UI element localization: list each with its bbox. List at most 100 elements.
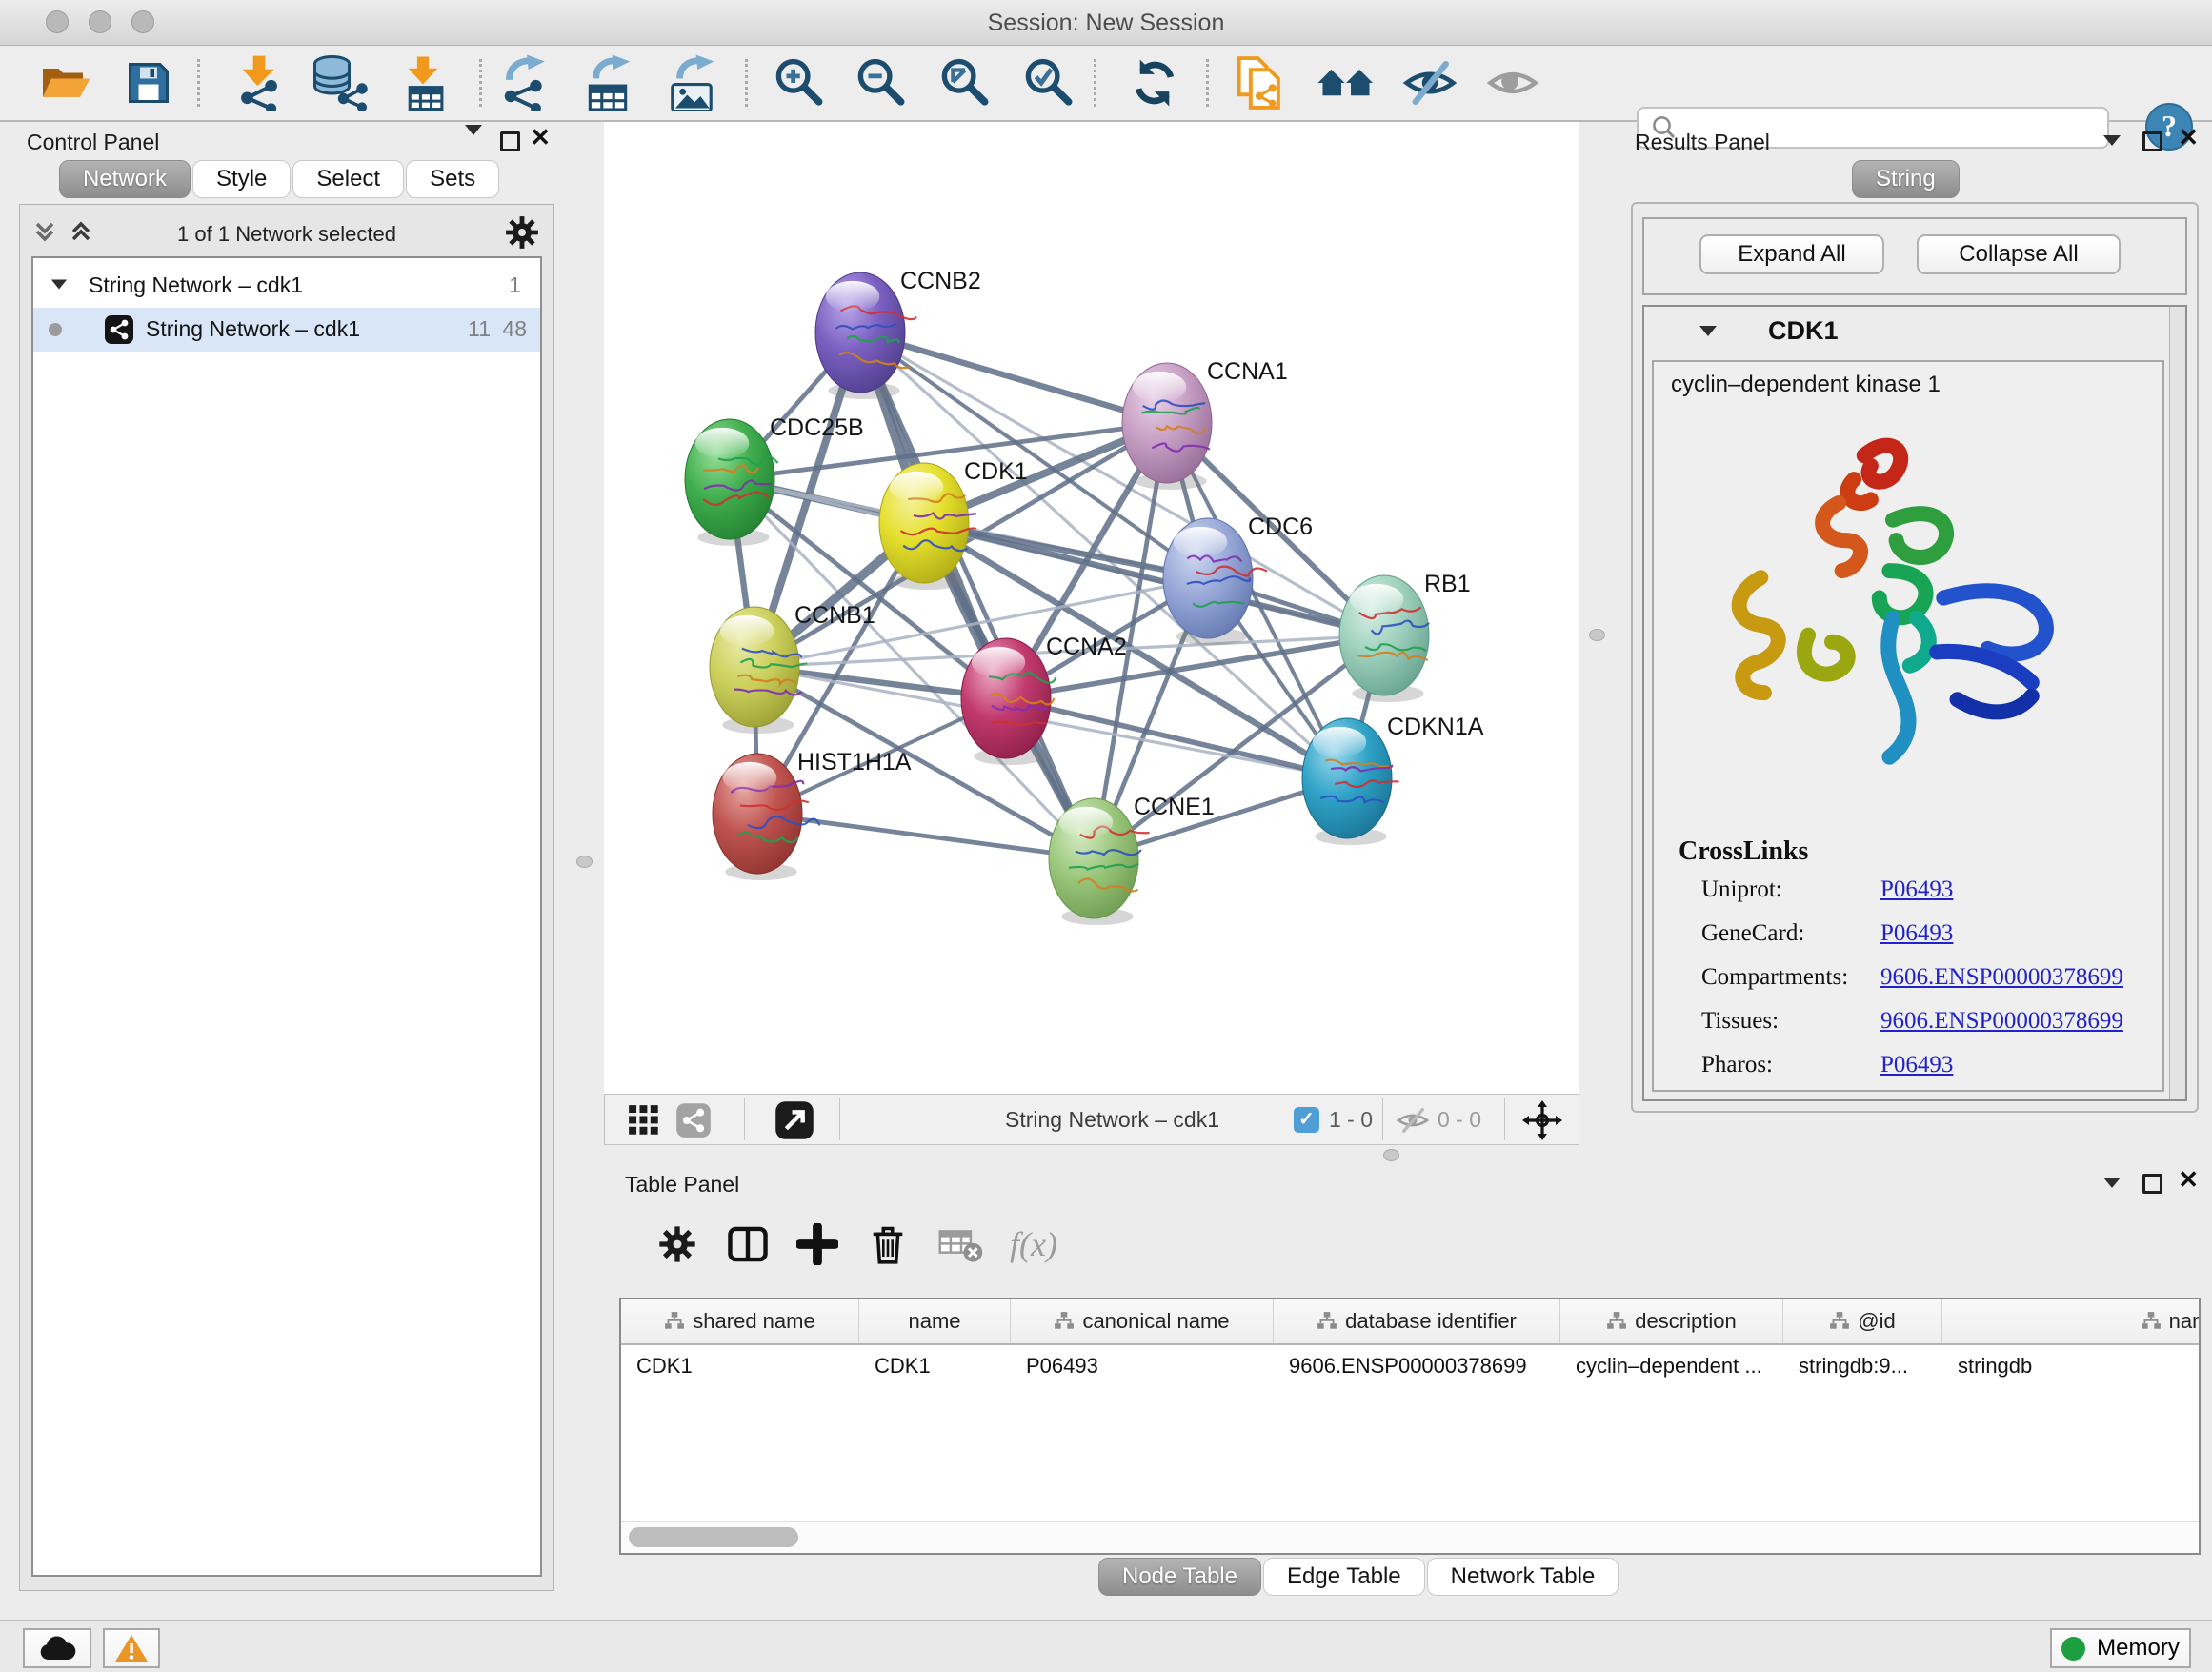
network-edge[interactable] — [1006, 698, 1347, 778]
cloud-button[interactable] — [23, 1628, 91, 1668]
open-session-icon[interactable] — [40, 55, 91, 111]
export-network-icon[interactable] — [497, 55, 551, 111]
tab-string[interactable]: String — [1852, 160, 1960, 198]
table-horizontal-scrollbar[interactable] — [621, 1521, 2199, 1553]
add-column-icon[interactable] — [796, 1219, 838, 1269]
panel-collapse-icon[interactable] — [465, 125, 482, 151]
show-eye-icon[interactable] — [1486, 55, 1539, 111]
function-builder-icon[interactable]: f(x) — [1010, 1219, 1057, 1269]
expand-all-button[interactable]: Expand All — [1699, 234, 1884, 274]
table-cell: P06493 — [1011, 1345, 1274, 1387]
zoom-selected-icon[interactable] — [1023, 55, 1075, 111]
hide-selected-eye-icon[interactable] — [1402, 55, 1458, 111]
bottom-splitter-handle[interactable] — [1383, 1149, 1399, 1161]
network-node[interactable]: CCNA1 — [1122, 358, 1288, 490]
panel-float-icon[interactable] — [2142, 131, 2162, 151]
crosslinks-title: CrossLinks — [1679, 836, 1808, 867]
node-result-expand-icon[interactable] — [1699, 326, 1717, 336]
birds-eye-grid-icon[interactable] — [628, 1104, 660, 1137]
network-node[interactable]: CCNB2 — [815, 268, 981, 399]
network-share-badge-icon[interactable] — [675, 1102, 712, 1138]
table-row[interactable]: CDK1CDK1P064939606.ENSP00000378699cyclin… — [621, 1345, 2199, 1387]
tab-style[interactable]: Style — [192, 160, 291, 198]
network-row-selected[interactable]: String Network – cdk1 11 48 — [33, 308, 540, 352]
tab-network-table[interactable]: Network Table — [1427, 1558, 1619, 1596]
column-header-name[interactable]: name — [859, 1299, 1011, 1343]
column-hierarchy-icon — [1317, 1311, 1337, 1332]
network-tree: String Network – cdk1 1 String Network –… — [31, 256, 542, 1577]
column-header-database-identifier[interactable]: database identifier — [1274, 1299, 1560, 1343]
zoom-out-icon[interactable] — [855, 55, 907, 111]
crosslink-link[interactable]: P06493 — [1880, 920, 1953, 947]
hidden-node-edge-counts: 0 - 0 — [1438, 1107, 1481, 1133]
network-edge[interactable] — [860, 332, 1094, 858]
panel-collapse-icon[interactable] — [2103, 135, 2121, 146]
network-node[interactable]: CDC6 — [1163, 514, 1313, 645]
crosslink-link[interactable]: 9606.ENSP00000378699 — [1880, 964, 2123, 991]
footer-divider — [1382, 1098, 1383, 1140]
tab-node-table[interactable]: Node Table — [1098, 1558, 1261, 1596]
panel-float-icon[interactable] — [2142, 1174, 2162, 1194]
network-node[interactable]: CCNB1 — [710, 602, 875, 734]
network-node[interactable]: HIST1H1A — [713, 749, 912, 880]
column-header-namespace[interactable]: namespace — [1942, 1299, 2201, 1343]
crosslink-link[interactable]: 9606.ENSP00000378699 — [1880, 1008, 2123, 1035]
delete-table-icon[interactable] — [937, 1219, 985, 1269]
panel-close-icon[interactable]: ✕ — [2178, 128, 2199, 147]
results-vertical-scrollbar[interactable] — [2169, 307, 2185, 1099]
network-node[interactable]: CDKN1A — [1302, 714, 1484, 845]
panel-float-icon[interactable] — [500, 131, 520, 151]
pan-crosshair-icon[interactable] — [1521, 1099, 1563, 1141]
left-splitter-handle[interactable] — [576, 856, 593, 868]
network-node[interactable]: RB1 — [1339, 571, 1471, 702]
right-splitter-handle[interactable] — [1589, 629, 1605, 641]
table-settings-gear-icon[interactable] — [657, 1219, 697, 1269]
export-table-icon[interactable] — [581, 55, 634, 111]
network-edge[interactable] — [757, 814, 1094, 858]
network-edge[interactable] — [860, 332, 1167, 423]
memory-button[interactable]: Memory — [2050, 1628, 2191, 1668]
column-header-@id[interactable]: @id — [1783, 1299, 1942, 1343]
warning-button[interactable] — [103, 1628, 160, 1668]
network-options-gear-icon[interactable] — [504, 214, 540, 251]
crosslink-link[interactable]: P06493 — [1880, 876, 1953, 903]
network-canvas[interactable]: CCNB2CCNA1CDC25BCDK1CDC6RB1CCNB1CCNA2CDK… — [604, 122, 1579, 1094]
column-label: namespace — [2169, 1309, 2201, 1334]
hidden-eye-icon[interactable] — [1396, 1106, 1430, 1135]
save-session-icon[interactable] — [126, 55, 171, 111]
open-in-window-icon[interactable] — [774, 1100, 814, 1140]
zoom-fit-icon[interactable] — [939, 55, 991, 111]
column-header-shared-name[interactable]: shared name — [621, 1299, 859, 1343]
tab-network[interactable]: Network — [59, 160, 191, 198]
scrollbar-thumb[interactable] — [629, 1527, 798, 1547]
duplicate-network-icon[interactable] — [1235, 55, 1284, 111]
zoom-in-icon[interactable] — [774, 55, 825, 111]
column-header-canonical-name[interactable]: canonical name — [1011, 1299, 1274, 1343]
import-network-from-database-icon[interactable] — [311, 55, 368, 111]
panel-close-icon[interactable]: ✕ — [530, 128, 551, 147]
column-hierarchy-icon — [2141, 1311, 2162, 1332]
collapse-all-button[interactable]: Collapse All — [1917, 234, 2121, 274]
import-network-icon[interactable] — [232, 55, 286, 111]
network-node[interactable]: CCNE1 — [1049, 794, 1215, 925]
panel-close-icon[interactable]: ✕ — [2178, 1170, 2199, 1189]
crosslink-link[interactable]: P06493 — [1880, 1052, 1953, 1078]
network-collection-row[interactable]: String Network – cdk1 1 — [33, 264, 540, 308]
refresh-layout-icon[interactable] — [1130, 55, 1179, 111]
export-image-icon[interactable] — [665, 55, 718, 111]
node-label: CCNB1 — [794, 602, 875, 629]
tab-sets[interactable]: Sets — [406, 160, 499, 198]
column-header-description[interactable]: description — [1560, 1299, 1783, 1343]
tab-edge-table[interactable]: Edge Table — [1263, 1558, 1425, 1596]
panel-collapse-icon[interactable] — [2103, 1178, 2121, 1188]
show-columns-icon[interactable] — [726, 1219, 770, 1269]
import-table-icon[interactable] — [398, 55, 448, 111]
home-icon[interactable] — [1317, 55, 1376, 111]
collection-expand-icon[interactable] — [51, 280, 67, 290]
main-toolbar: ? — [0, 46, 2212, 122]
tab-select[interactable]: Select — [292, 160, 404, 198]
table-cell: stringdb — [1942, 1345, 2201, 1387]
delete-column-trash-icon[interactable] — [869, 1219, 907, 1269]
network-graph[interactable]: CCNB2CCNA1CDC25BCDK1CDC6RB1CCNB1CCNA2CDK… — [604, 122, 1579, 1094]
selected-checkbox[interactable]: ✓ — [1294, 1107, 1319, 1133]
